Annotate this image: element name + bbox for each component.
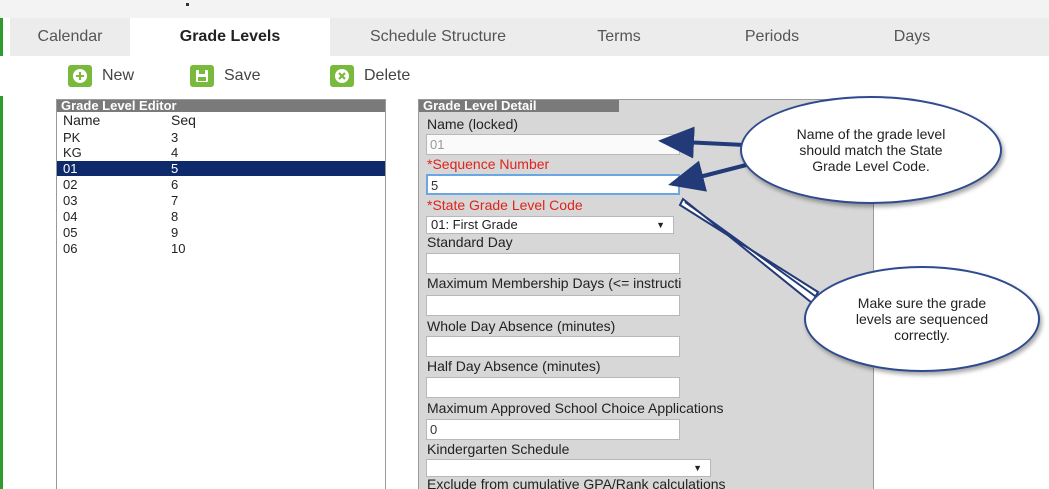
- row-name: PK: [63, 130, 81, 145]
- row-name: KG: [63, 145, 82, 160]
- top-mark: [186, 3, 189, 6]
- max-membership-days-field[interactable]: [426, 295, 680, 316]
- row-seq: 8: [171, 209, 179, 224]
- editor-title: Grade Level Editor: [57, 100, 385, 112]
- new-button[interactable]: New: [68, 64, 134, 88]
- standard-day-label: Standard Day: [427, 234, 513, 250]
- sequence-number-field[interactable]: 5: [426, 174, 680, 195]
- table-row[interactable]: 03 7: [57, 193, 385, 208]
- row-seq: 6: [171, 177, 179, 192]
- tab-schedule-structure[interactable]: Schedule Structure: [330, 18, 546, 56]
- column-header-name[interactable]: Name: [63, 112, 100, 128]
- dropdown-arrow-icon: ▼: [656, 220, 665, 230]
- save-button-label: Save: [224, 67, 261, 84]
- kindergarten-schedule-select[interactable]: ▼: [426, 459, 711, 477]
- callout-top: Name of the grade level should match the…: [740, 96, 1002, 204]
- table-row[interactable]: 06 10: [57, 241, 385, 256]
- top-strip: [0, 0, 1049, 18]
- sequence-number-label: *Sequence Number: [427, 156, 550, 172]
- max-membership-days-label: Maximum Membership Days (<= instructi: [427, 275, 682, 291]
- half-day-absence-field[interactable]: [426, 377, 680, 398]
- row-seq: 7: [171, 193, 179, 208]
- tab-terms[interactable]: Terms: [546, 18, 692, 56]
- row-name: 06: [63, 241, 78, 256]
- name-field-locked: 01: [426, 134, 680, 155]
- row-name: 02: [63, 177, 78, 192]
- table-row[interactable]: PK 3: [57, 130, 385, 145]
- half-day-absence-label: Half Day Absence (minutes): [427, 358, 601, 374]
- row-seq: 5: [171, 161, 179, 176]
- row-seq: 10: [171, 241, 186, 256]
- standard-day-field[interactable]: [426, 253, 680, 274]
- row-seq: 3: [171, 130, 179, 145]
- kindergarten-schedule-label: Kindergarten Schedule: [427, 441, 570, 457]
- save-button[interactable]: Save: [190, 64, 260, 88]
- whole-day-absence-label: Whole Day Absence (minutes): [427, 318, 616, 334]
- new-button-label: New: [102, 67, 135, 84]
- table-row[interactable]: 04 8: [57, 209, 385, 224]
- row-name: 04: [63, 209, 78, 224]
- detail-title: Grade Level Detail: [419, 100, 619, 112]
- column-header-seq[interactable]: Seq: [171, 112, 196, 128]
- max-school-choice-field[interactable]: 0: [426, 419, 680, 440]
- name-label: Name (locked): [427, 116, 519, 132]
- row-name: 03: [63, 193, 78, 208]
- row-name: 05: [63, 225, 78, 240]
- tab-grade-levels[interactable]: Grade Levels: [130, 18, 330, 56]
- floppy-disk-icon: [190, 65, 214, 87]
- x-circle-icon: [330, 65, 354, 87]
- state-grade-level-code-value: 01: First Grade: [431, 217, 518, 232]
- toolbar: New Save Delete: [0, 56, 1049, 96]
- state-grade-level-code-label: *State Grade Level Code: [427, 197, 583, 213]
- callout-bottom-text: Make sure the grade levels are sequenced…: [855, 295, 989, 343]
- delete-button[interactable]: Delete: [330, 64, 410, 88]
- row-name: 01: [63, 161, 78, 176]
- dropdown-arrow-icon: ▼: [693, 463, 702, 473]
- delete-button-label: Delete: [364, 67, 411, 84]
- tab-days[interactable]: Days: [852, 18, 972, 56]
- grade-level-editor-panel: Grade Level Editor Name Seq PK 3 KG 4 01…: [56, 99, 386, 489]
- callout-top-text: Name of the grade level should match the…: [796, 126, 946, 174]
- table-row[interactable]: 05 9: [57, 225, 385, 240]
- row-seq: 4: [171, 145, 179, 160]
- table-row[interactable]: KG 4: [57, 145, 385, 160]
- max-school-choice-label: Maximum Approved School Choice Applicati…: [427, 400, 724, 416]
- exclude-gpa-rank-label: Exclude from cumulative GPA/Rank calcula…: [427, 476, 726, 489]
- plus-circle-icon: [68, 65, 92, 87]
- callout-bottom: Make sure the grade levels are sequenced…: [804, 266, 1040, 372]
- table-row-selected[interactable]: 01 5: [57, 161, 385, 176]
- state-grade-level-code-select[interactable]: 01: First Grade ▼: [426, 216, 674, 234]
- table-row[interactable]: 02 6: [57, 177, 385, 192]
- row-seq: 9: [171, 225, 179, 240]
- editor-column-headers: Name Seq: [57, 112, 385, 129]
- tab-periods[interactable]: Periods: [692, 18, 852, 56]
- tab-calendar[interactable]: Calendar: [10, 18, 130, 56]
- tab-bar: Calendar Grade Levels Schedule Structure…: [10, 18, 1049, 56]
- whole-day-absence-field[interactable]: [426, 336, 680, 357]
